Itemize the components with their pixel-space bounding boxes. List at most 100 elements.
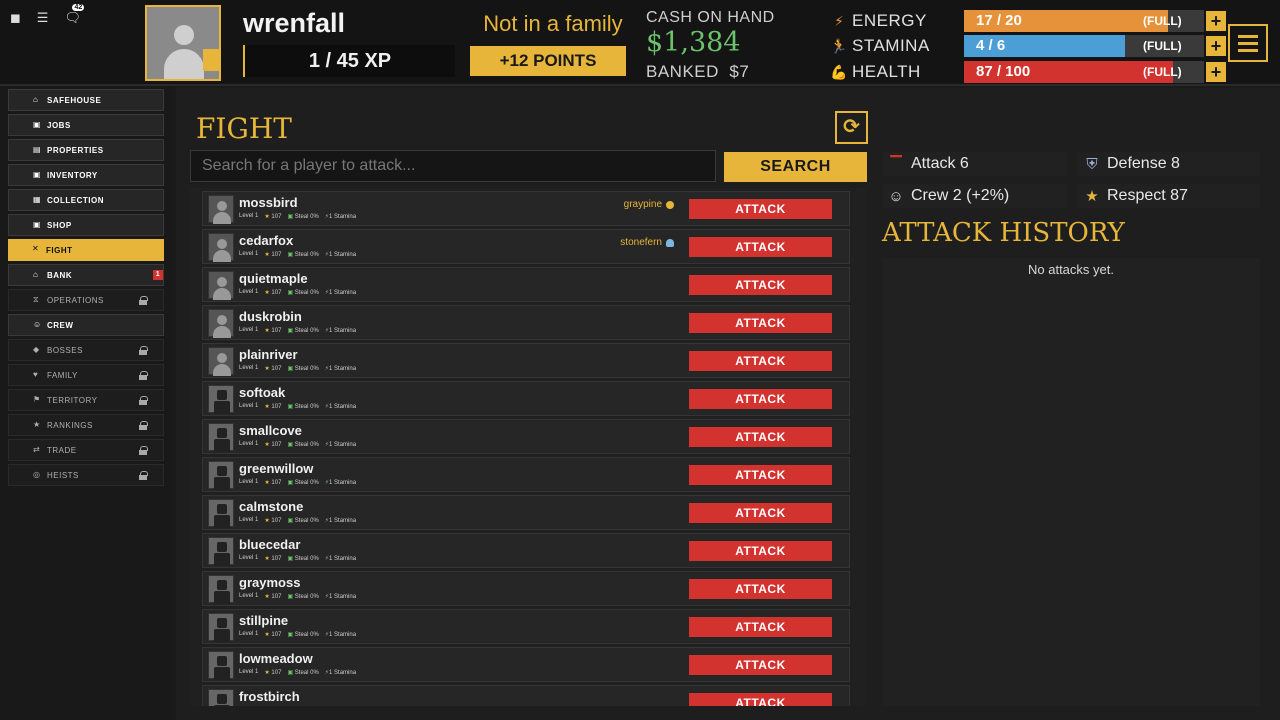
- attack-button[interactable]: ATTACK: [689, 541, 832, 561]
- player-row[interactable]: lowmeadow Level 1 ★ 107 ▣ Steal 0% ⚡1 Stamin…: [202, 647, 850, 682]
- player-avatar[interactable]: [208, 233, 234, 262]
- player-row[interactable]: graymoss Level 1 ★ 107 ▣ Steal 0% ⚡1 Stamina…: [202, 571, 850, 606]
- player-row[interactable]: stillpine Level 1 ★ 107 ▣ Steal 0% ⚡1 Stamin…: [202, 609, 850, 644]
- main-menu-button[interactable]: [1228, 24, 1268, 62]
- player-row[interactable]: mossbird Level 1 ★ 107 ▣ Steal 0% ⚡1 Stamina…: [202, 191, 850, 226]
- search-button[interactable]: SEARCH: [724, 152, 867, 182]
- sidebar-item-label: TERRITORY: [47, 395, 98, 405]
- sidebar-item-fight[interactable]: ✕ FIGHT: [8, 239, 164, 261]
- sidebar-item-heists[interactable]: ◎ HEISTS: [8, 464, 164, 486]
- player-row[interactable]: softoak Level 1 ★ 107 ▣ Steal 0% ⚡1 Stamina A…: [202, 381, 850, 416]
- player-name[interactable]: frostbirch: [239, 689, 300, 704]
- player-avatar[interactable]: [145, 5, 221, 81]
- stat-value: 17 / 20: [976, 12, 1022, 29]
- sidebar-item-label: BOSSES: [47, 345, 83, 355]
- avatar-body: [213, 326, 231, 338]
- player-row[interactable]: calmstone Level 1 ★ 107 ▣ Steal 0% ⚡1 Stamin…: [202, 495, 850, 530]
- attack-button[interactable]: ATTACK: [689, 275, 832, 295]
- search-input[interactable]: [190, 150, 716, 182]
- player-avatar[interactable]: [208, 613, 234, 642]
- hamburger-menu-icon[interactable]: ☰: [37, 10, 49, 26]
- sidebar-item-rankings[interactable]: ★ RANKINGS: [8, 414, 164, 436]
- heist-icon: ◎: [33, 470, 41, 479]
- player-name[interactable]: quietmaple: [239, 271, 308, 286]
- player-name[interactable]: cedarfox: [239, 233, 293, 248]
- attack-button[interactable]: ATTACK: [689, 313, 832, 333]
- player-name[interactable]: softoak: [239, 385, 285, 400]
- sidebar-item-territory[interactable]: ⚑ TERRITORY: [8, 389, 164, 411]
- player-avatar[interactable]: [208, 423, 234, 452]
- refill-health-button[interactable]: +: [1206, 62, 1226, 82]
- player-avatar[interactable]: [208, 347, 234, 376]
- sidebar-item-jobs[interactable]: ▣ JOBS: [8, 114, 164, 136]
- player-name[interactable]: calmstone: [239, 499, 303, 514]
- player-row[interactable]: frostbirchLevel 1★ 107▣ Steal 0%⚡1 Stami…: [202, 685, 850, 706]
- attack-button[interactable]: ATTACK: [689, 465, 832, 485]
- attack-button[interactable]: ATTACK: [689, 503, 832, 523]
- avatar-body: [213, 250, 231, 262]
- player-name[interactable]: bluecedar: [239, 537, 300, 552]
- sidebar-item-inventory[interactable]: ▣ INVENTORY: [8, 164, 164, 186]
- sidebar-item-bank[interactable]: ⌂ BANK 1: [8, 264, 164, 286]
- refresh-button[interactable]: ⟳: [835, 111, 868, 144]
- player-row[interactable]: smallcove Level 1 ★ 107 ▣ Steal 0% ⚡1 Stamin…: [202, 419, 850, 454]
- player-avatar[interactable]: [208, 309, 234, 338]
- sidebar-item-bosses[interactable]: ◆ BOSSES: [8, 339, 164, 361]
- attack-button[interactable]: ATTACK: [689, 237, 832, 257]
- sidebar-item-collection[interactable]: ▦ COLLECTION: [8, 189, 164, 211]
- player-avatar[interactable]: [208, 575, 234, 604]
- sidebar-item-family[interactable]: ♥ FAMILY: [8, 364, 164, 386]
- player-avatar[interactable]: [208, 499, 234, 528]
- player-name[interactable]: graymoss: [239, 575, 300, 590]
- muscle-icon: 💪: [830, 63, 848, 80]
- player-avatar[interactable]: [208, 537, 234, 566]
- player-avatar[interactable]: [208, 651, 234, 680]
- attack-button[interactable]: ATTACK: [689, 389, 832, 409]
- player-avatar[interactable]: [208, 689, 234, 706]
- player-name[interactable]: lowmeadow: [239, 651, 313, 666]
- sidebar-item-crew[interactable]: ☺ CREW: [8, 314, 164, 336]
- player-name[interactable]: duskrobin: [239, 309, 302, 324]
- attack-button[interactable]: ATTACK: [689, 617, 832, 637]
- chat-icon[interactable]: 🗨 42: [64, 4, 85, 26]
- player-row[interactable]: cedarfox Level 1 ★ 107 ▣ Steal 0% ⚡1 Stamina…: [202, 229, 850, 264]
- player-avatar[interactable]: [208, 271, 234, 300]
- attack-button[interactable]: ATTACK: [689, 579, 832, 599]
- player-row[interactable]: plainriver Level 1 ★ 107 ▣ Steal 0% ⚡1 Stami…: [202, 343, 850, 378]
- sidebar-item-trade[interactable]: ⇄ TRADE: [8, 439, 164, 461]
- player-family[interactable]: stonefern: [620, 237, 674, 248]
- player-name[interactable]: plainriver: [239, 347, 298, 362]
- attack-button[interactable]: ATTACK: [689, 351, 832, 371]
- player-avatar[interactable]: [208, 195, 234, 224]
- refill-energy-button[interactable]: +: [1206, 11, 1226, 31]
- player-name[interactable]: mossbird: [239, 195, 298, 210]
- attack-button[interactable]: ATTACK: [689, 655, 832, 675]
- player-row[interactable]: bluecedar Level 1 ★ 107 ▣ Steal 0% ⚡1 Stamin…: [202, 533, 850, 568]
- player-avatar[interactable]: [208, 461, 234, 490]
- roblox-logo-icon[interactable]: ◼: [10, 10, 21, 26]
- sidebar-item-shop[interactable]: ▣ SHOP: [8, 214, 164, 236]
- star-icon: ★: [264, 366, 270, 372]
- player-family[interactable]: graypine: [624, 199, 674, 210]
- points-button[interactable]: +12 POINTS: [470, 46, 626, 76]
- sidebar-item-operations[interactable]: ⧖ OPERATIONS: [8, 289, 164, 311]
- player-row[interactable]: duskrobin Level 1 ★ 107 ▣ Steal 0% ⚡1 Stamin…: [202, 305, 850, 340]
- sidebar-item-safehouse[interactable]: ⌂ SAFEHOUSE: [8, 89, 164, 111]
- avatar-body: [164, 49, 204, 79]
- attack-button[interactable]: ATTACK: [689, 427, 832, 447]
- player-name[interactable]: greenwillow: [239, 461, 313, 476]
- player-row[interactable]: greenwillow Level 1 ★ 107 ▣ Steal 0% ⚡1 Stam…: [202, 457, 850, 492]
- player-row[interactable]: quietmaple Level 1 ★ 107 ▣ Steal 0% ⚡1 Stami…: [202, 267, 850, 302]
- player-avatar[interactable]: [208, 385, 234, 414]
- sidebar-item-properties[interactable]: ▤ PROPERTIES: [8, 139, 164, 161]
- combat-stat-label: Crew 2 (+2%): [911, 187, 1010, 204]
- refill-stamina-button[interactable]: +: [1206, 36, 1226, 56]
- player-list[interactable]: mossbird Level 1 ★ 107 ▣ Steal 0% ⚡1 Stamina…: [190, 188, 866, 706]
- attack-button[interactable]: ATTACK: [689, 693, 832, 706]
- player-meta: Level 1 ★ 107 ▣ Steal 0% ⚡1 Stamina: [239, 479, 356, 486]
- player-name[interactable]: stillpine: [239, 613, 288, 628]
- player-name[interactable]: smallcove: [239, 423, 302, 438]
- player-family-name: graypine: [623, 199, 662, 210]
- attack-button[interactable]: ATTACK: [689, 199, 832, 219]
- system-icons: ◼ ☰ 🗨 42: [10, 4, 85, 26]
